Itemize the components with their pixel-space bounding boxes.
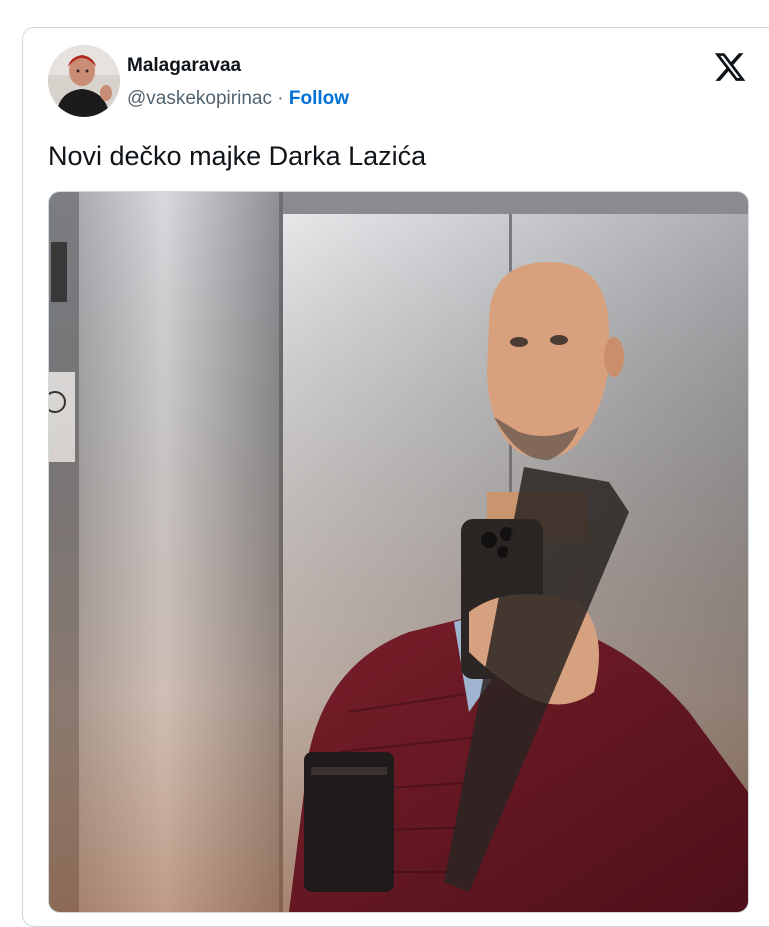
- avatar-image: [48, 45, 120, 117]
- follow-button[interactable]: Follow: [289, 88, 349, 109]
- author-handle-row: @vaskekopirinac · Follow: [127, 88, 349, 110]
- elevator-selfie-photo: [49, 192, 748, 912]
- x-logo-icon[interactable]: [713, 50, 747, 84]
- author-display-name[interactable]: Malagaravaa: [127, 55, 241, 77]
- avatar[interactable]: [48, 45, 120, 117]
- tweet-card: Malagaravaa @vaskekopirinac · Follow Nov…: [22, 27, 769, 927]
- tweet-photo[interactable]: [48, 191, 749, 913]
- author-handle[interactable]: @vaskekopirinac: [127, 88, 272, 109]
- separator-dot: ·: [271, 88, 289, 109]
- tweet-text: Novi dečko majke Darka Lazića: [48, 141, 427, 171]
